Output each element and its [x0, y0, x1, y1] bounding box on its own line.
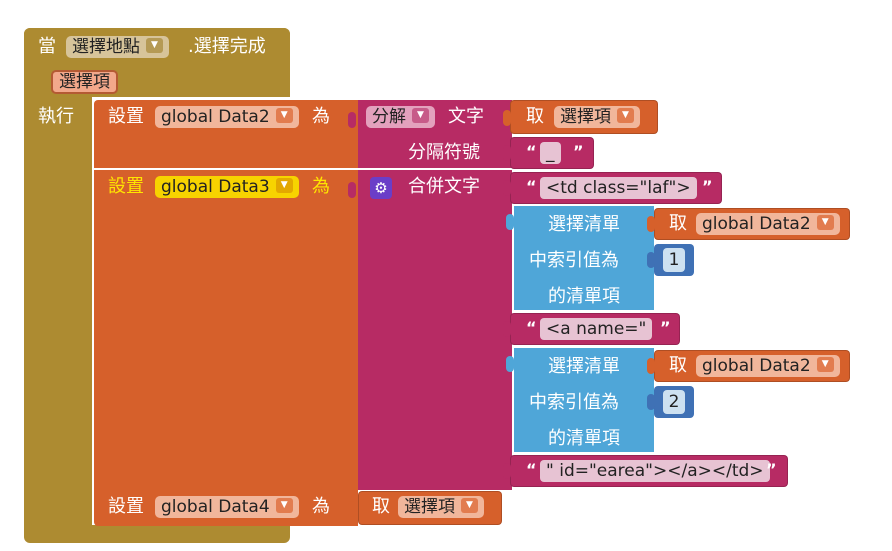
variable-dropdown-data3[interactable]: global Data3 ▼	[155, 176, 299, 198]
separator-connector	[503, 145, 511, 161]
get-label: 取	[372, 496, 390, 517]
close-quote: ”	[660, 318, 671, 337]
split-mode-dropdown[interactable]: 分解 ▼	[366, 106, 435, 128]
param-name: 選擇項	[59, 72, 110, 92]
get-connector	[647, 358, 655, 374]
list-name: global Data2	[702, 214, 811, 234]
join-connector	[348, 182, 356, 198]
do-label: 執行	[38, 106, 74, 127]
dropdown-arrow-icon: ▼	[816, 356, 834, 372]
string-a-name-value[interactable]: <a name="	[540, 318, 653, 340]
to-label: 為	[312, 106, 330, 127]
dropdown-arrow-icon: ▼	[275, 107, 293, 123]
string-id-earea-value[interactable]: " id="earea"></a></td>	[540, 460, 770, 482]
set-label: 設置	[108, 496, 144, 517]
variable-name: global Data4	[161, 497, 270, 517]
dropdown-arrow-icon: ▼	[146, 37, 163, 53]
when-label: 當	[38, 36, 56, 57]
string-connector	[503, 180, 511, 196]
get-label: 取	[669, 213, 687, 234]
list-connector	[506, 356, 514, 372]
set-label: 設置	[108, 106, 144, 127]
get-label: 取	[526, 106, 544, 127]
close-quote: ”	[766, 460, 777, 479]
dropdown-arrow-icon: ▼	[617, 107, 634, 123]
get-variable-dropdown[interactable]: 選擇項 ▼	[554, 106, 640, 128]
close-quote: ”	[702, 177, 713, 196]
number-connector	[647, 252, 655, 268]
open-quote: “	[526, 142, 537, 161]
text-label: 文字	[448, 106, 484, 127]
split-text-connector	[348, 112, 356, 128]
list-name: global Data2	[702, 356, 811, 376]
select-list-label: 選擇清單	[548, 214, 620, 235]
string-connector	[503, 463, 511, 479]
get-label: 取	[669, 355, 687, 376]
variable-name: global Data3	[161, 177, 270, 197]
list-item-label: 的清單項	[548, 286, 620, 307]
variable-dropdown-data2[interactable]: global Data2 ▼	[155, 106, 299, 128]
list-item-label: 的清單項	[548, 428, 620, 449]
string-connector	[503, 321, 511, 337]
string-td-value[interactable]: <td class="laf">	[540, 177, 697, 199]
dropdown-arrow-icon: ▼	[461, 497, 478, 513]
split-mode-label: 分解	[372, 107, 406, 127]
component-name: 選擇地點	[72, 37, 140, 57]
get-variable-name: 選擇項	[560, 107, 611, 127]
separator-label: 分隔符號	[408, 142, 480, 163]
get-connector	[647, 216, 655, 232]
variable-name: global Data2	[161, 107, 270, 127]
get-list-dropdown-2[interactable]: global Data2 ▼	[696, 355, 840, 377]
set-global-data3-block[interactable]	[94, 170, 358, 490]
get-connector	[503, 110, 511, 126]
select-list-label: 選擇清單	[548, 356, 620, 377]
dropdown-arrow-icon: ▼	[275, 177, 293, 193]
list-connector	[506, 214, 514, 230]
separator-value[interactable]: _	[540, 142, 561, 164]
close-quote: ”	[573, 142, 584, 161]
gear-icon[interactable]: ⚙	[370, 177, 392, 199]
number-connector	[647, 394, 655, 410]
get-variable-dropdown-2[interactable]: 選擇項 ▼	[398, 496, 484, 518]
join-label: 合併文字	[408, 176, 480, 197]
component-dropdown[interactable]: 選擇地點 ▼	[66, 36, 169, 58]
open-quote: “	[526, 177, 537, 196]
variable-dropdown-data4[interactable]: global Data4 ▼	[155, 496, 299, 518]
dropdown-arrow-icon: ▼	[275, 497, 293, 513]
index-label: 中索引值為	[529, 392, 619, 413]
index-value-1[interactable]: 1	[663, 248, 685, 272]
join-text-block[interactable]	[358, 170, 512, 490]
get-variable-name: 選擇項	[404, 497, 455, 517]
index-label: 中索引值為	[529, 250, 619, 271]
open-quote: “	[526, 318, 537, 337]
to-label: 為	[312, 496, 330, 517]
to-label: 為	[312, 176, 330, 197]
get-list-dropdown-1[interactable]: global Data2 ▼	[696, 213, 840, 235]
dropdown-arrow-icon: ▼	[412, 107, 429, 123]
event-param-selected-item[interactable]: 選擇項	[51, 70, 118, 94]
event-name-label: .選擇完成	[188, 36, 266, 57]
dropdown-arrow-icon: ▼	[816, 214, 834, 230]
index-value-2[interactable]: 2	[663, 390, 685, 414]
get-connector	[348, 501, 356, 517]
open-quote: “	[526, 460, 537, 479]
set-label: 設置	[108, 176, 144, 197]
